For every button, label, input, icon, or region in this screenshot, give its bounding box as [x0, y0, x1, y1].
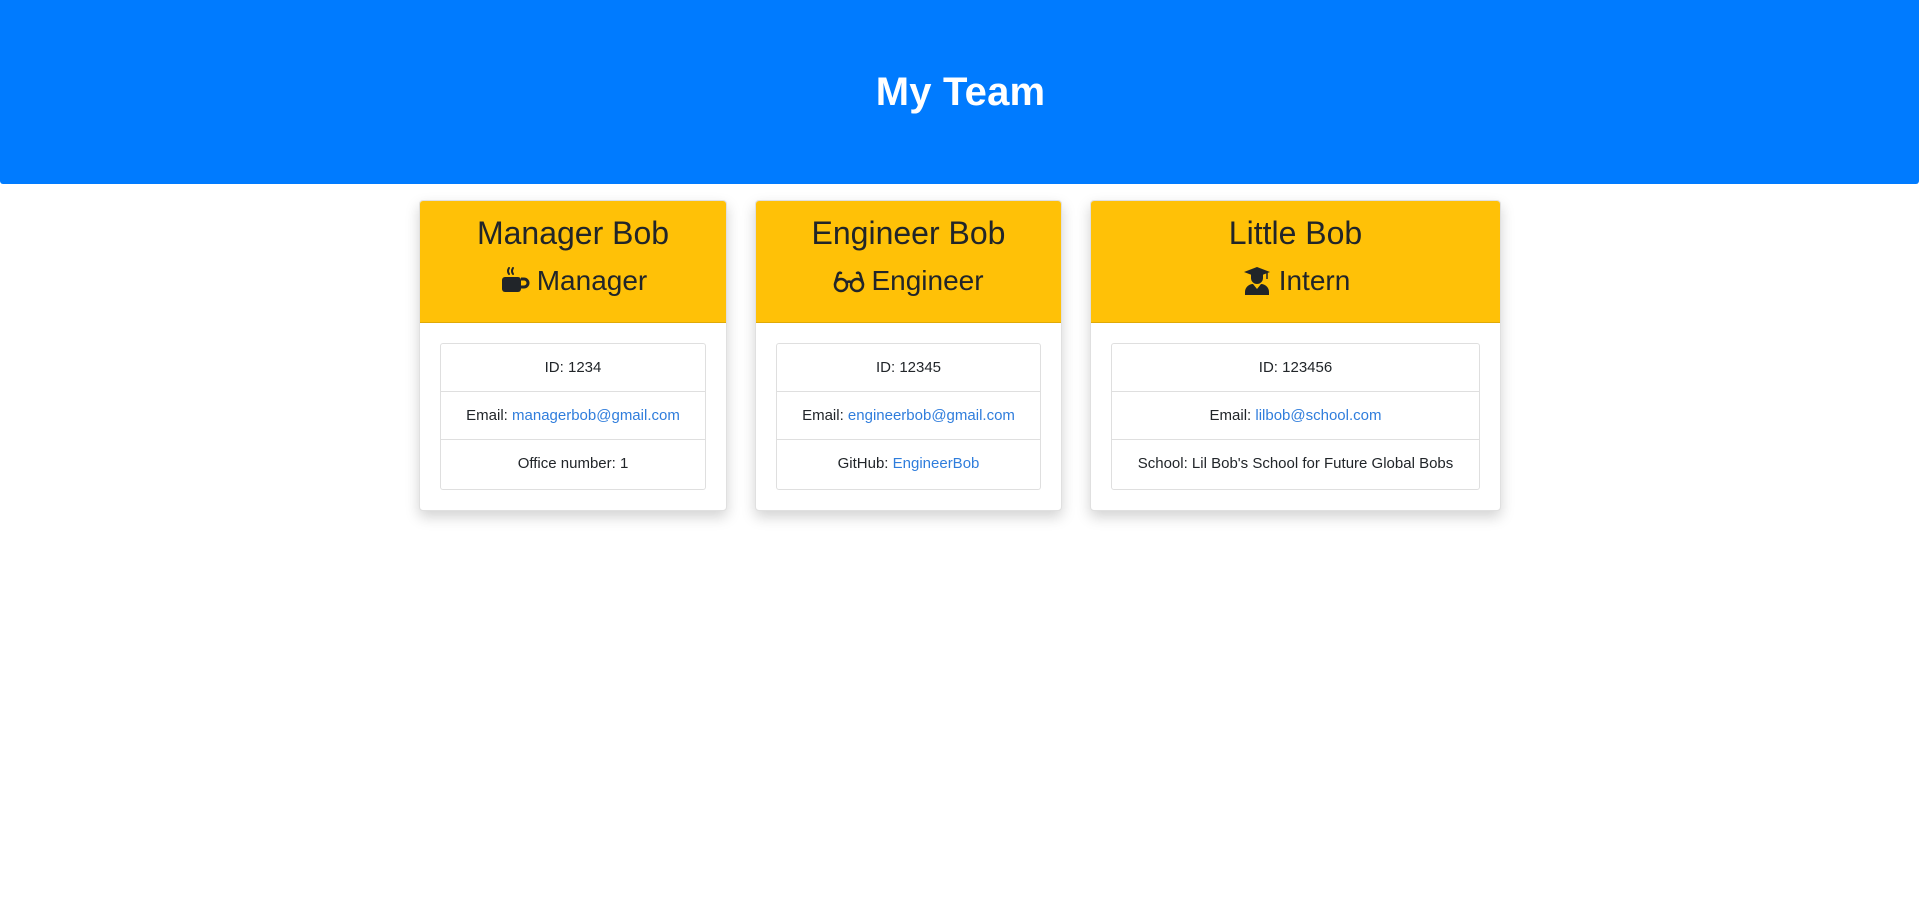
role-label: Engineer [871, 265, 984, 296]
employee-card-intern: Little Bob Intern ID: 123456 Email: lilb… [1090, 200, 1501, 511]
employee-card-engineer: Engineer Bob Engineer ID: 12345 Email: e… [755, 200, 1062, 511]
school-value: Lil Bob's School for Future Global Bobs [1191, 455, 1454, 472]
email-link[interactable]: engineerbob@gmail.com [848, 407, 1015, 424]
employee-name: Engineer Bob [811, 215, 1006, 251]
email-row: Email: engineerbob@gmail.com [777, 392, 1040, 440]
email-label: Email: [1209, 407, 1256, 424]
employee-role: Intern [1091, 264, 1500, 297]
user-graduate-icon [1241, 266, 1273, 296]
id-value: 12345 [899, 359, 942, 376]
card-body: ID: 1234 Email: managerbob@gmail.com Off… [420, 323, 726, 490]
office-number-row: Office number: 1 [441, 440, 705, 489]
mug-hot-icon [499, 266, 531, 296]
id-label: ID: [544, 359, 568, 376]
card-header: Little Bob Intern [1091, 201, 1500, 323]
school-label: School: [1137, 455, 1192, 472]
email-link[interactable]: lilbob@school.com [1255, 407, 1381, 424]
email-label: Email: [802, 407, 848, 424]
github-link[interactable]: EngineerBob [893, 455, 980, 472]
email-row: Email: lilbob@school.com [1112, 392, 1479, 440]
card-header: Manager Bob Manager [420, 201, 726, 323]
email-label: Email: [466, 407, 513, 424]
office-number-value: 1 [619, 455, 629, 472]
details-list: ID: 1234 Email: managerbob@gmail.com Off… [440, 343, 706, 490]
employee-role: Engineer [756, 264, 1061, 297]
github-label: GitHub: [837, 455, 893, 472]
role-label: Intern [1278, 265, 1351, 296]
id-value: 1234 [567, 359, 602, 376]
id-row: ID: 12345 [777, 344, 1040, 392]
employee-card-manager: Manager Bob Manager ID: 1234 Email: mana… [419, 200, 727, 511]
id-label: ID: [875, 359, 900, 376]
details-list: ID: 12345 Email: engineerbob@gmail.com G… [776, 343, 1041, 490]
details-list: ID: 123456 Email: lilbob@school.com Scho… [1111, 343, 1480, 490]
id-label: ID: [1258, 359, 1283, 376]
employee-role: Manager [420, 264, 726, 297]
card-body: ID: 12345 Email: engineerbob@gmail.com G… [756, 323, 1061, 490]
employee-name: Little Bob [1228, 215, 1363, 251]
employee-name: Manager Bob [476, 215, 670, 251]
id-row: ID: 123456 [1112, 344, 1479, 392]
glasses-icon [833, 266, 865, 296]
page-header: My Team [0, 0, 1919, 184]
email-row: Email: managerbob@gmail.com [441, 392, 705, 440]
id-value: 123456 [1282, 359, 1333, 376]
github-row: GitHub: EngineerBob [777, 440, 1040, 489]
id-row: ID: 1234 [441, 344, 705, 392]
card-header: Engineer Bob Engineer [756, 201, 1061, 323]
page-title: My Team [875, 70, 1046, 114]
school-row: School: Lil Bob's School for Future Glob… [1112, 440, 1479, 489]
office-number-label: Office number: [517, 455, 620, 472]
card-body: ID: 123456 Email: lilbob@school.com Scho… [1091, 323, 1500, 490]
role-label: Manager [536, 265, 648, 296]
email-link[interactable]: managerbob@gmail.com [512, 407, 680, 424]
